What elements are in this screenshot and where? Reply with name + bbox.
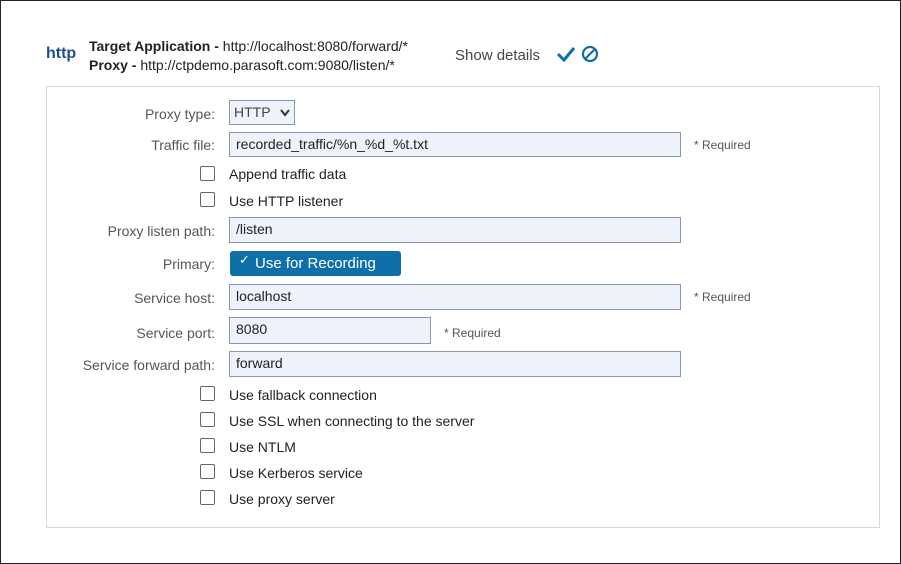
append-traffic-label: Append traffic data: [229, 166, 347, 182]
service-port-required: * Required: [444, 326, 501, 340]
target-application-line: Target Application - http://localhost:80…: [89, 38, 408, 54]
proxy-type-label: Proxy type:: [144, 106, 215, 122]
use-ssl-label: Use SSL when connecting to the server: [229, 413, 475, 429]
traffic-file-label: Traffic file:: [151, 137, 215, 153]
use-ssl-checkbox[interactable]: [200, 412, 215, 427]
service-host-label: Service host:: [134, 290, 215, 306]
check-icon[interactable]: [556, 45, 576, 63]
service-forward-path-label: Service forward path:: [82, 357, 215, 373]
traffic-file-input[interactable]: recorded_traffic/%n_%d_%t.txt: [229, 132, 681, 157]
cancel-icon[interactable]: [581, 45, 599, 63]
show-details-link[interactable]: Show details: [455, 47, 540, 64]
service-port-input[interactable]: 8080: [229, 317, 431, 344]
use-kerberos-checkbox[interactable]: [200, 464, 215, 479]
use-for-recording-toggle[interactable]: ✓ Use for Recording: [230, 251, 401, 276]
proxy-url: http://ctpdemo.parasoft.com:9080/listen/…: [140, 57, 395, 73]
append-traffic-checkbox[interactable]: [200, 166, 215, 181]
use-fallback-connection-label: Use fallback connection: [229, 387, 377, 403]
service-forward-path-input[interactable]: forward: [229, 351, 681, 377]
proxy-line: Proxy - http://ctpdemo.parasoft.com:9080…: [89, 57, 395, 73]
service-host-input[interactable]: localhost: [229, 284, 681, 310]
proxy-label: Proxy -: [89, 57, 137, 73]
use-for-recording-label: Use for Recording: [255, 255, 376, 272]
service-host-required: * Required: [694, 290, 751, 304]
use-fallback-connection-checkbox[interactable]: [200, 386, 215, 401]
use-http-listener-label: Use HTTP listener: [229, 193, 344, 209]
use-http-listener-checkbox[interactable]: [200, 192, 215, 207]
primary-label: Primary:: [162, 256, 215, 272]
use-proxy-server-checkbox[interactable]: [200, 490, 215, 505]
use-ntlm-checkbox[interactable]: [200, 438, 215, 453]
proxy-listen-path-label: Proxy listen path:: [107, 223, 215, 239]
traffic-file-required: * Required: [694, 138, 751, 152]
target-url: http://localhost:8080/forward/*: [222, 38, 409, 54]
protocol-label: http: [46, 45, 77, 62]
proxy-type-select[interactable]: HTTP: [229, 100, 295, 125]
chevron-down-icon: [280, 109, 290, 117]
use-ntlm-label: Use NTLM: [229, 439, 296, 455]
service-port-label: Service port:: [136, 325, 215, 341]
proxy-listen-path-input[interactable]: /listen: [229, 217, 681, 243]
use-proxy-server-label: Use proxy server: [229, 491, 335, 507]
proxy-type-value: HTTP: [234, 104, 271, 120]
checkmark-icon: ✓: [239, 252, 250, 267]
target-label: Target Application -: [89, 38, 219, 54]
use-kerberos-label: Use Kerberos service: [229, 465, 363, 481]
